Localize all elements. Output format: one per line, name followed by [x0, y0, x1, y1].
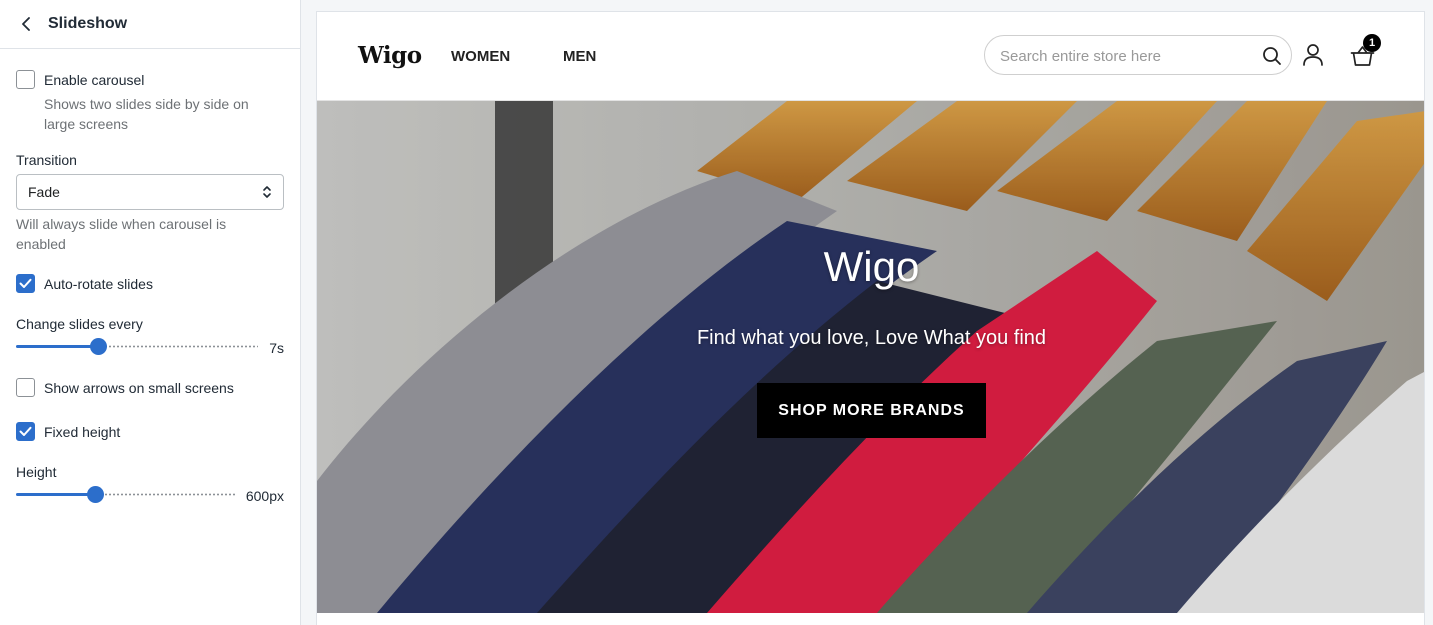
hero-title: Wigo [823, 243, 920, 290]
enable-carousel-label: Enable carousel [44, 71, 145, 88]
hero-subtitle: Find what you love, Love What you find [696, 327, 1047, 349]
store-logo[interactable]: Wigo [358, 42, 422, 69]
change-slides-value: 7s [269, 340, 284, 356]
auto-rotate-checkbox[interactable] [16, 274, 35, 293]
show-arrows-checkbox[interactable] [16, 378, 35, 397]
transition-selected-value: Fade [28, 184, 60, 200]
search-input[interactable] [1000, 45, 1255, 67]
sidebar-title: Slideshow [48, 15, 128, 32]
height-value: 600px [245, 488, 284, 504]
chevron-left-icon [22, 17, 30, 31]
auto-rotate-label: Auto-rotate slides [44, 275, 153, 292]
slider-thumb[interactable] [90, 338, 107, 355]
account-icon[interactable] [1302, 43, 1324, 67]
fixed-height-checkbox[interactable] [16, 422, 35, 441]
slider-fill [16, 493, 96, 496]
cart-count-badge: 1 [1363, 34, 1381, 52]
transition-select[interactable]: Fade [16, 174, 284, 210]
checkmark-icon [19, 278, 32, 288]
transition-help: Will always slide when carousel is enabl… [16, 216, 227, 252]
checkmark-icon [19, 426, 32, 436]
search-bar [984, 35, 1292, 75]
search-icon[interactable] [1262, 46, 1282, 66]
shop-more-brands-button[interactable]: SHOP MORE BRANDS [757, 383, 986, 438]
chevron-updown-icon [263, 186, 271, 198]
nav-item-men[interactable]: MEN [563, 48, 596, 65]
enable-carousel-help: Shows two slides side by side on large s… [44, 96, 249, 132]
sidebar-header: Slideshow [0, 0, 300, 49]
hero-slideshow: Wigo Find what you love, Love What you f… [317, 101, 1424, 613]
store-header: Wigo WOMEN MEN 1 [317, 12, 1424, 101]
enable-carousel-checkbox[interactable] [16, 70, 35, 89]
auto-rotate-setting: Auto-rotate slides [16, 274, 153, 293]
slider-thumb[interactable] [87, 486, 104, 503]
store-preview: Wigo WOMEN MEN 1 [316, 11, 1425, 625]
transition-label: Transition [16, 152, 77, 168]
nav-item-women[interactable]: WOMEN [451, 48, 510, 65]
change-slides-label: Change slides every [16, 316, 143, 332]
fixed-height-label: Fixed height [44, 423, 121, 440]
show-arrows-label: Show arrows on small screens [44, 379, 234, 396]
change-slides-slider[interactable] [16, 337, 258, 357]
fixed-height-setting: Fixed height [16, 422, 120, 441]
enable-carousel-setting: Enable carousel [16, 70, 144, 89]
back-button[interactable] [16, 14, 36, 34]
hero-image [317, 101, 1424, 613]
theme-settings-sidebar: Slideshow Enable carousel Shows two slid… [0, 0, 301, 625]
height-slider[interactable] [16, 485, 236, 505]
height-label: Height [16, 464, 57, 480]
slider-fill [16, 345, 99, 348]
show-arrows-setting: Show arrows on small screens [16, 378, 234, 397]
cart-button[interactable]: 1 [1350, 34, 1384, 70]
